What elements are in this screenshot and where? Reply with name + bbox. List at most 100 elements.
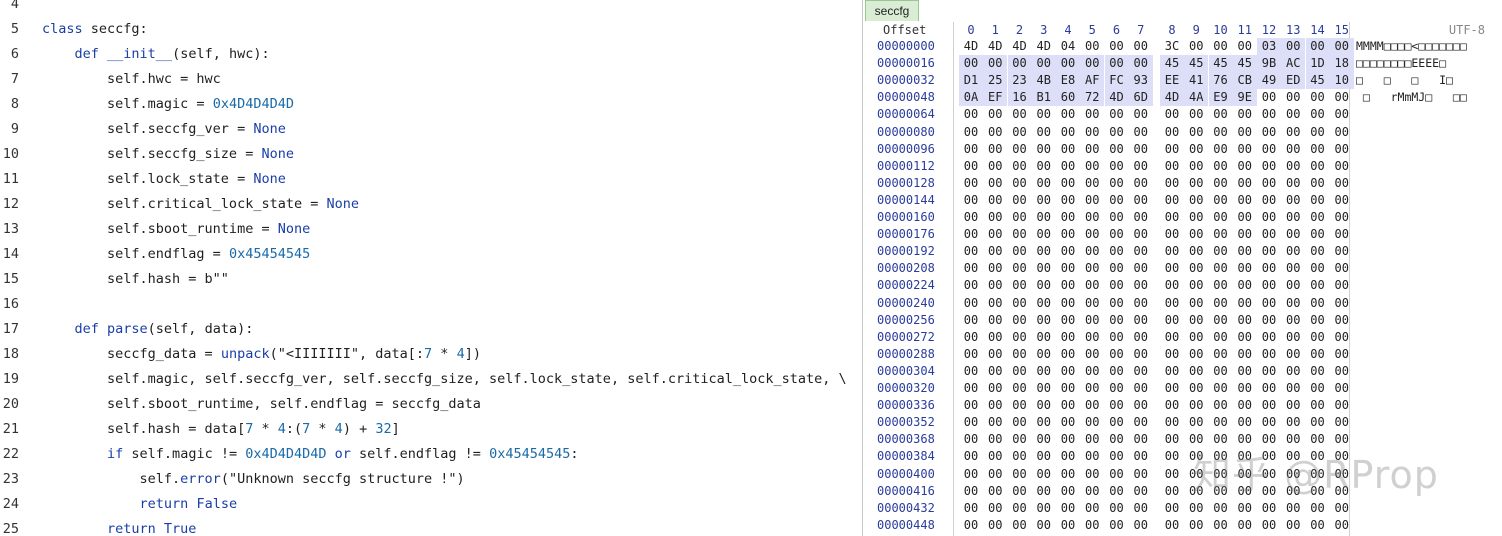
hex-byte[interactable]: 00 [1209,517,1233,534]
hex-byte[interactable]: 00 [1184,124,1208,141]
hex-row[interactable]: 00000080 00 00 00 00 00 00 00 00 00 00 00 00 00 00 00 00 [863,124,1502,141]
hex-byte[interactable]: 6D [1128,89,1153,107]
hex-byte[interactable]: 00 [959,209,983,226]
code-line[interactable]: 10 self.seccfg_size = None [0,142,862,167]
hex-byte[interactable]: 00 [1233,329,1257,346]
hex-row[interactable]: 00000256 00 00 00 00 00 00 00 00 00 00 00 00 00 00 00 00 [863,312,1502,329]
hex-byte[interactable]: 00 [1129,38,1153,55]
hex-byte[interactable]: 00 [1008,106,1032,123]
hex-byte[interactable]: 00 [1330,175,1354,192]
hex-byte[interactable]: 00 [983,243,1007,260]
hex-byte[interactable]: 00 [1080,226,1104,243]
hex-byte[interactable]: 00 [1129,329,1153,346]
hex-byte[interactable]: 00 [1306,124,1330,141]
hex-byte[interactable]: 00 [1008,192,1032,209]
hex-byte[interactable]: D1 [959,72,983,90]
hex-byte[interactable]: 00 [1257,500,1281,517]
hex-byte[interactable]: 00 [983,106,1007,123]
hex-byte[interactable]: 00 [1281,312,1305,329]
hex-byte[interactable]: 00 [1105,158,1129,175]
hex-byte[interactable]: 00 [1105,397,1129,414]
hex-byte[interactable]: 00 [1184,397,1208,414]
hex-byte[interactable]: 00 [1008,414,1032,431]
hex-byte[interactable]: 00 [1281,175,1305,192]
hex-byte[interactable]: 00 [1281,414,1305,431]
hex-byte[interactable]: 00 [1330,141,1354,158]
hex-byte[interactable]: 00 [1184,106,1208,123]
hex-byte[interactable]: 00 [1056,346,1080,363]
hex-byte[interactable]: 00 [1056,106,1080,123]
hex-byte[interactable]: 00 [1008,431,1032,448]
hex-byte[interactable]: 00 [1129,158,1153,175]
hex-byte[interactable]: 00 [1257,517,1281,534]
hex-byte[interactable]: 00 [1209,346,1233,363]
hex-byte[interactable]: 00 [1080,363,1104,380]
hex-byte[interactable]: 00 [1056,277,1080,294]
hex-byte[interactable]: 00 [959,448,983,465]
hex-byte[interactable]: 00 [1105,124,1129,141]
hex-byte[interactable]: 00 [1306,175,1330,192]
hex-byte[interactable]: 00 [1330,89,1354,106]
code-line[interactable]: 15 self.hash = b"" [0,267,862,292]
hex-byte[interactable]: 00 [1281,106,1305,123]
code-line[interactable]: 14 self.endflag = 0x45454545 [0,242,862,267]
hex-byte[interactable]: B1 [1031,89,1056,107]
code-line[interactable]: 20 self.sboot_runtime, self.endflag = se… [0,392,862,417]
hex-byte[interactable]: 00 [1209,260,1233,277]
hex-byte[interactable]: 00 [1129,431,1153,448]
hex-row[interactable]: 00000240 00 00 00 00 00 00 00 00 00 00 00 00 00 00 00 00 [863,295,1502,312]
hex-byte[interactable]: 00 [1160,500,1184,517]
hex-byte[interactable]: 00 [959,483,983,500]
hex-byte[interactable]: E8 [1056,72,1080,90]
hex-byte[interactable]: 00 [1032,414,1056,431]
hex-byte[interactable]: 00 [1080,295,1104,312]
hex-byte[interactable]: 00 [1160,277,1184,294]
hex-byte[interactable]: 00 [1233,346,1257,363]
hex-byte[interactable]: 00 [1306,380,1330,397]
hex-row[interactable]: 00000144 00 00 00 00 00 00 00 00 00 00 00 00 00 00 00 00 [863,192,1502,209]
hex-byte[interactable]: 00 [1233,260,1257,277]
hex-byte[interactable]: 00 [1257,192,1281,209]
hex-byte[interactable]: 00 [1209,397,1233,414]
hex-byte[interactable]: 00 [1056,55,1080,73]
hex-byte[interactable]: 00 [1008,329,1032,346]
hex-byte[interactable]: 00 [1209,106,1233,123]
hex-byte[interactable]: 00 [1008,346,1032,363]
hex-row[interactable]: 00000272 00 00 00 00 00 00 00 00 00 00 00 00 00 00 00 00 [863,329,1502,346]
hex-byte[interactable]: 00 [1233,397,1257,414]
hex-byte[interactable]: 00 [1080,277,1104,294]
hex-byte[interactable]: 00 [1330,397,1354,414]
hex-byte[interactable]: 45 [1160,55,1184,73]
hex-byte[interactable]: 00 [959,226,983,243]
hex-byte[interactable]: 00 [1056,192,1080,209]
hex-byte[interactable]: 03 [1257,38,1281,55]
hex-byte[interactable]: 00 [1008,517,1032,534]
hex-byte[interactable]: 00 [1129,346,1153,363]
hex-byte[interactable]: 00 [1330,243,1354,260]
code-line[interactable]: 11 self.lock_state = None [0,167,862,192]
hex-byte[interactable]: 00 [1330,312,1354,329]
ascii-text[interactable]: □ rMmMJ□ □□ [1356,89,1467,106]
hex-byte[interactable]: 00 [1129,380,1153,397]
hex-byte[interactable]: 00 [959,106,983,123]
hex-byte[interactable]: 00 [1032,226,1056,243]
hex-byte[interactable]: 00 [1257,380,1281,397]
hex-row[interactable]: 00000352 00 00 00 00 00 00 00 00 00 00 00 00 00 00 00 00 [863,414,1502,431]
hex-byte[interactable]: 00 [1105,38,1129,55]
hex-byte[interactable]: 4D [959,38,983,55]
hex-byte[interactable]: 00 [1080,312,1104,329]
code-editor[interactable]: 4 5 class seccfg: 6 def __init__(self, hwc)… [0,0,862,536]
hex-byte[interactable]: 00 [983,209,1007,226]
hex-byte[interactable]: 00 [1032,397,1056,414]
hex-byte[interactable]: 00 [1032,260,1056,277]
hex-byte[interactable]: FC [1104,72,1129,90]
hex-byte[interactable]: 00 [1160,448,1184,465]
hex-byte[interactable]: 00 [1105,312,1129,329]
hex-byte[interactable]: 00 [1008,448,1032,465]
hex-byte[interactable]: 00 [1032,158,1056,175]
hex-byte[interactable]: 00 [1184,209,1208,226]
hex-byte[interactable]: 00 [1056,141,1080,158]
hex-row[interactable]: 00000112 00 00 00 00 00 00 00 00 00 00 00 00 00 00 00 00 [863,158,1502,175]
hex-byte[interactable]: 00 [1184,414,1208,431]
hex-byte[interactable]: 00 [983,124,1007,141]
